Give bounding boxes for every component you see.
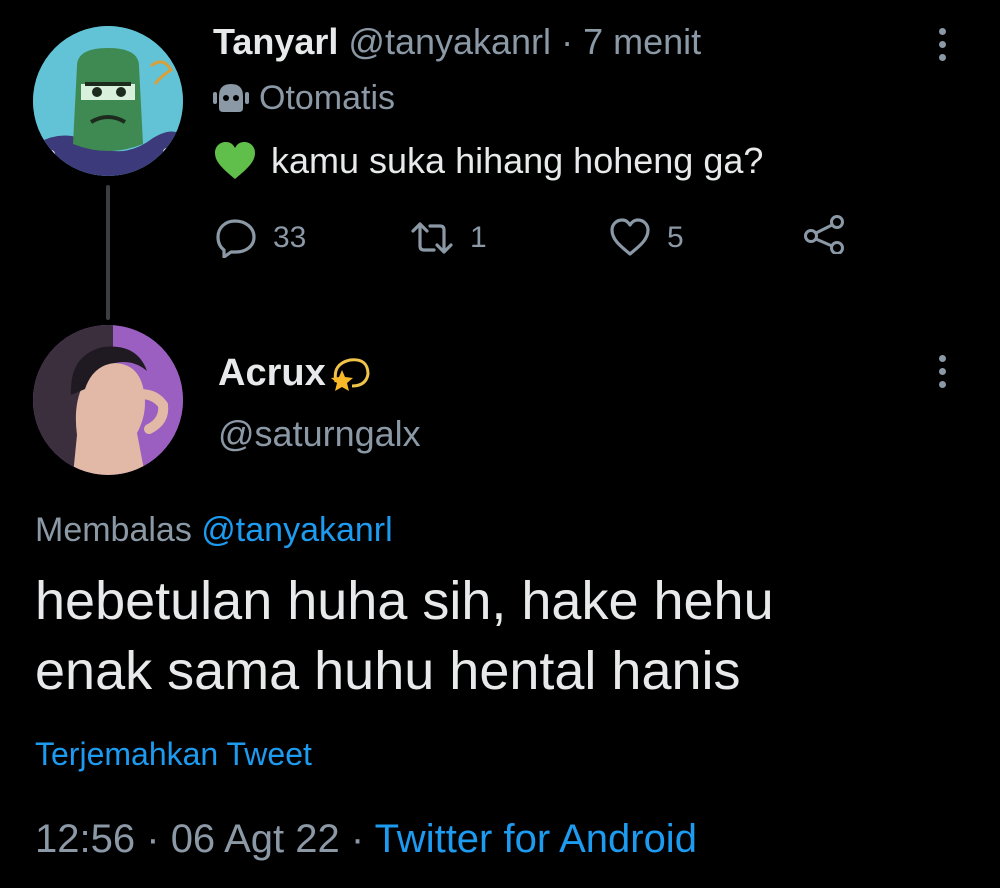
bot-icon [213,84,249,112]
dizzy-star-icon [330,358,370,391]
tweet-text-line: hebetulan huha sih, hake hehu [35,571,774,631]
separator-dot: · [350,817,365,861]
retweet-count: 1 [470,221,487,254]
avatar[interactable] [33,325,183,475]
share-icon [804,215,844,254]
original-tweet-text: kamu suka hihang hoheng ga? [213,138,763,184]
tweet-source-link[interactable]: Twitter for Android [375,817,697,861]
translate-tweet-link[interactable]: Terjemahkan Tweet [35,732,312,776]
like-count: 5 [667,221,684,254]
tweet-metadata: 12:56 · 06 Agt 22 · Twitter for Android [35,814,697,864]
thread-connector-line [106,185,110,320]
avatar[interactable] [33,26,183,176]
tweet-text-line: enak sama huhu hental hanis [35,641,741,701]
retweet-icon [411,222,453,254]
cartoon-avatar-icon [33,26,183,176]
tweet-date[interactable]: 06 Agt 22 [171,817,340,861]
replying-to-line: Membalas @tanyakanrl [35,508,393,552]
reply-display-name[interactable]: Acrux [218,350,372,396]
reply-button[interactable]: 33 [215,214,306,262]
heart-icon [610,218,650,256]
user-handle[interactable]: @saturngalx [218,412,421,456]
display-name: Acrux [218,352,326,394]
separator-dot: · [146,817,160,861]
reply-tweet-text: hebetulan huha sih, hake hehu enak sama … [35,566,955,706]
profile-photo-icon [33,325,183,475]
retweet-button[interactable]: 1 [410,214,487,262]
reply-icon [216,219,256,258]
replying-prefix: Membalas [35,511,192,549]
share-button[interactable] [803,214,847,254]
separator-dot: · [561,21,574,62]
display-name[interactable]: Tanyarl [213,21,338,62]
more-options-icon[interactable] [937,28,947,61]
like-button[interactable]: 5 [609,214,684,262]
mention-link[interactable]: @tanyakanrl [201,511,392,549]
green-heart-icon [215,142,255,179]
original-tweet-header: Tanyarl @tanyakanrl · 7 menit [213,20,701,64]
tweet-text: kamu suka hihang hoheng ga? [271,140,764,181]
tweet-actions-bar: 33 1 5 [213,214,853,262]
automated-label-text: Otomatis [259,79,396,117]
reply-count: 33 [273,221,307,254]
automated-account-label: Otomatis [213,76,395,120]
more-options-icon[interactable] [937,355,947,388]
user-handle[interactable]: @tanyakanrl [348,21,551,62]
tweet-time[interactable]: 7 menit [583,21,701,62]
tweet-time[interactable]: 12:56 [35,817,135,861]
